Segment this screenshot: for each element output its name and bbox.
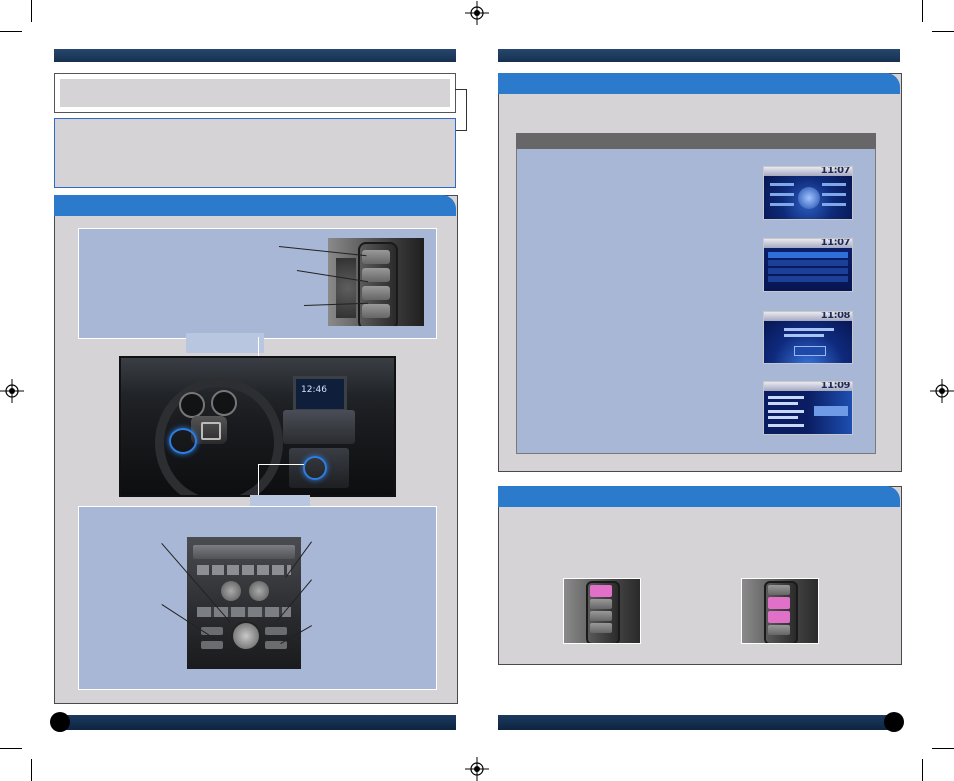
steering-switch-photo	[328, 238, 424, 326]
callout-line	[258, 464, 304, 465]
crop-mark-icon	[31, 0, 32, 22]
screen-settings: 11:07	[763, 166, 853, 220]
screen-add-bluetooth: 11:08	[763, 311, 853, 364]
left-top-bar	[54, 49, 456, 62]
switch-photo-middle-highlight	[741, 578, 819, 644]
bracket-connector	[455, 89, 467, 131]
crop-mark-icon	[932, 748, 954, 749]
screen-phone-settings: 11:07	[763, 238, 853, 292]
crop-mark-icon	[0, 748, 22, 749]
steps-table-header	[516, 133, 876, 149]
registration-mark-icon	[465, 757, 489, 781]
talk-section	[498, 486, 902, 665]
registration-mark-icon	[0, 379, 24, 403]
right-bottom-bar	[498, 715, 900, 730]
highlight-button	[590, 585, 612, 597]
left-bottom-bar	[54, 715, 456, 730]
highlight-button	[768, 597, 790, 609]
crop-mark-icon	[922, 759, 923, 781]
console-photo	[187, 537, 301, 669]
switch-photo-top-highlight	[563, 578, 641, 644]
left-page-number-badge	[50, 712, 70, 732]
info-box	[54, 118, 456, 188]
crop-mark-icon	[922, 0, 923, 22]
crop-mark-icon	[0, 31, 22, 32]
crop-mark-icon	[31, 759, 32, 781]
dashboard-clock: 12:46	[301, 385, 327, 395]
talk-header	[498, 486, 900, 507]
controls-header	[54, 195, 456, 216]
right-top-bar	[498, 49, 900, 62]
right-page-number-badge	[884, 712, 904, 732]
callout-label-top	[186, 333, 264, 353]
note-box	[54, 73, 456, 113]
highlight-button	[768, 611, 790, 623]
pairing-header	[498, 73, 900, 94]
registration-mark-icon	[930, 379, 954, 403]
screen-pairing-done: 11:09	[763, 381, 853, 435]
registration-mark-icon	[465, 1, 489, 25]
crop-mark-icon	[932, 31, 954, 32]
